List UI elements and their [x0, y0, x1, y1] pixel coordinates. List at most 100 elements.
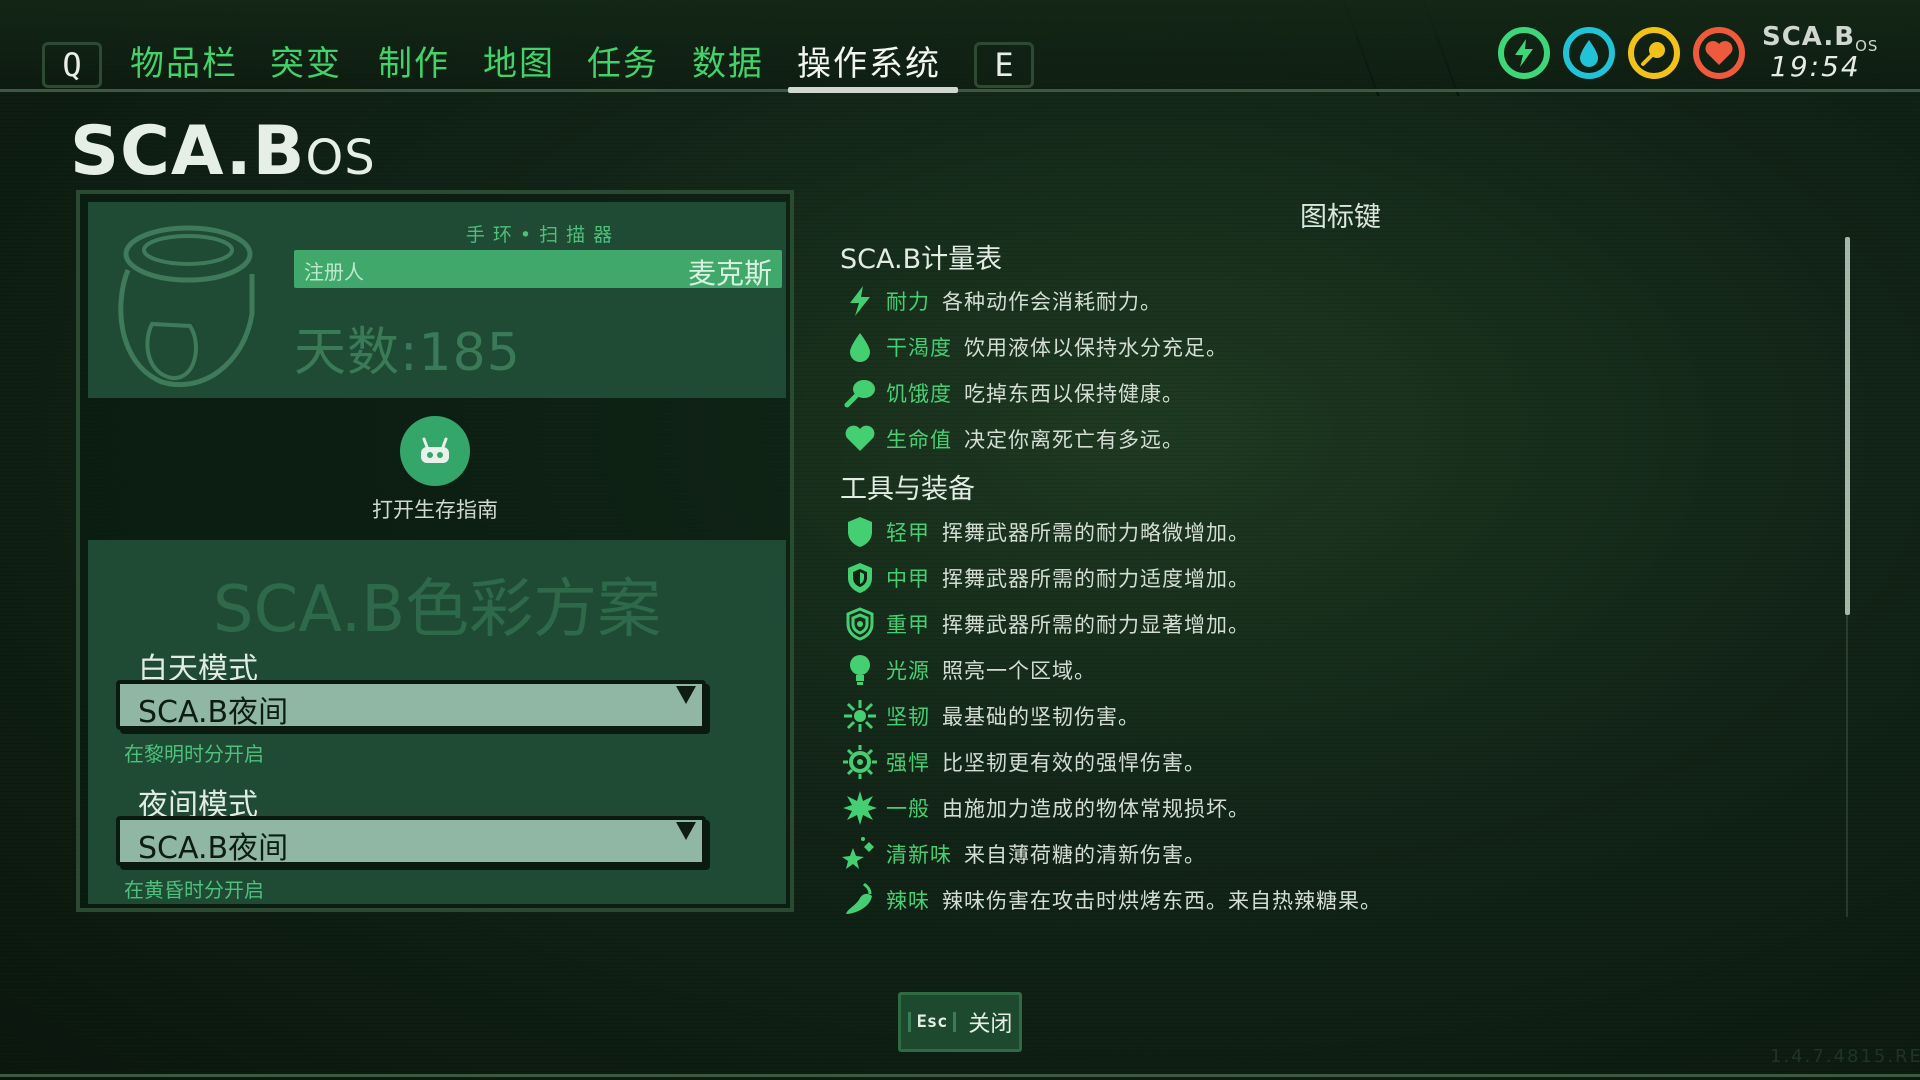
close-button[interactable]: Esc 关闭	[898, 992, 1022, 1052]
top-navigation-bar: Q 物品栏 突变 制作 地图 任务 数据 操作系统 E SCA.BOS 19:5…	[0, 0, 1920, 93]
drumstick-icon	[844, 380, 875, 408]
version-watermark: 1.4.7.4815.REL	[1770, 1046, 1920, 1067]
legend-name: 轻甲	[886, 521, 930, 545]
chevron-down-icon	[676, 686, 696, 704]
tab-map[interactable]: 地图	[483, 40, 555, 88]
mint-star-icon	[842, 837, 874, 869]
wrist-scanner-card: 手环•扫描器 注册人 麦克斯 天数:185	[88, 202, 786, 398]
legend-row-strong: 强悍 比坚韧更有效的强悍伤害。	[840, 742, 1206, 782]
legend-desc: 最基础的坚韧伤害。	[942, 705, 1140, 729]
legend-row-hunger: 饥饿度 吃掉东西以保持健康。	[840, 373, 1184, 413]
legend-name: 干渴度	[886, 336, 952, 360]
shield-light-icon	[848, 517, 872, 547]
legend-name: 强悍	[886, 751, 930, 775]
pepper-icon	[846, 882, 872, 914]
legend-name: 饥饿度	[886, 382, 952, 406]
night-mode-value: SCA.B夜间	[138, 831, 289, 866]
day-mode-hint: 在黎明时分开启	[124, 742, 264, 766]
legend-desc: 挥舞武器所需的耐力略微增加。	[942, 521, 1250, 545]
tab-quests[interactable]: 任务	[587, 40, 659, 88]
icon-key-title: 图标键	[1300, 202, 1381, 233]
tab-data[interactable]: 数据	[692, 40, 764, 88]
next-tab-key[interactable]: E	[974, 42, 1034, 88]
close-label: 关闭	[968, 1012, 1013, 1037]
tab-crafting[interactable]: 制作	[378, 40, 450, 88]
star-burst-icon	[843, 791, 877, 825]
survival-guide-button[interactable]	[400, 416, 470, 486]
bottom-divider	[0, 1074, 1920, 1077]
device-panel: 手环•扫描器 注册人 麦克斯 天数:185 打开生存指南 SCA.B色彩方案 白…	[76, 190, 794, 912]
lightbulb-icon	[850, 655, 870, 685]
wristband-icon	[118, 225, 255, 388]
legend-name: 一般	[886, 797, 930, 821]
legend-desc: 吃掉东西以保持健康。	[964, 382, 1184, 406]
scab-os-logo: SCA.BOS	[70, 112, 376, 191]
color-scheme-card: SCA.B色彩方案 白天模式 SCA.B夜间 在黎明时分开启 夜间模式 SCA.…	[88, 540, 786, 904]
legend-desc: 挥舞武器所需的耐力适度增加。	[942, 567, 1250, 591]
legend-desc: 各种动作会消耗耐力。	[942, 290, 1162, 314]
legend-row-health: 生命值 决定你离死亡有多远。	[840, 419, 1184, 459]
health-meter	[1693, 27, 1745, 79]
night-mode-hint: 在黄昏时分开启	[124, 878, 264, 902]
active-tab-indicator	[788, 87, 958, 93]
legend-desc: 辣味伤害在攻击时烘烤东西。来自热辣糖果。	[942, 889, 1382, 913]
legend-row-stamina: 耐力 各种动作会消耗耐力。	[840, 281, 1162, 321]
legend-name: 生命值	[886, 428, 952, 452]
meters-section-title: SCA.B计量表	[840, 244, 1003, 275]
clock: 19:54	[1770, 50, 1861, 83]
lightning-icon	[850, 286, 870, 316]
registrant-name: 麦克斯	[687, 257, 772, 290]
legend-desc: 挥舞武器所需的耐力显著增加。	[942, 613, 1250, 637]
days-counter: 天数:185	[294, 323, 521, 383]
tools-section-title: 工具与装备	[840, 474, 975, 505]
logo-main: SCA.B	[70, 112, 306, 191]
legend-row-minty: 清新味 来自薄荷糖的清新伤害。	[840, 834, 1206, 874]
robot-icon	[421, 437, 449, 463]
legend-desc: 来自薄荷糖的清新伤害。	[964, 843, 1206, 867]
tab-inventory[interactable]: 物品栏	[130, 40, 238, 88]
legend-row-spicy: 辣味 辣味伤害在攻击时烘烤东西。来自热辣糖果。	[840, 880, 1382, 920]
legend-row-normal: 一般 由施加力造成的物体常规损坏。	[840, 788, 1250, 828]
survival-guide-label[interactable]: 打开生存指南	[285, 494, 585, 524]
legend-name: 清新味	[886, 843, 952, 867]
legend-row-heavy-armor: 重甲 挥舞武器所需的耐力显著增加。	[840, 604, 1250, 644]
water-drop-icon	[850, 333, 870, 362]
legend-desc: 比坚韧更有效的强悍伤害。	[942, 751, 1206, 775]
esc-key-glyph: Esc	[907, 1012, 957, 1032]
legend-row-medium-armor: 中甲 挥舞武器所需的耐力适度增加。	[840, 558, 1250, 598]
heart-icon	[1705, 41, 1733, 65]
shield-heavy-icon	[846, 607, 874, 641]
tab-os[interactable]: 操作系统	[797, 40, 941, 88]
burst-icon	[843, 745, 877, 779]
legend-name: 辣味	[886, 889, 930, 913]
legend-name: 重甲	[886, 613, 930, 637]
heart-icon	[845, 425, 875, 451]
legend-desc: 由施加力造成的物体常规损坏。	[942, 797, 1250, 821]
legend-desc: 饮用液体以保持水分充足。	[964, 336, 1228, 360]
legend-name: 中甲	[886, 567, 930, 591]
lightning-icon	[1515, 39, 1533, 67]
water-drop-icon	[1580, 40, 1598, 67]
night-mode-dropdown[interactable]: SCA.B夜间	[116, 816, 706, 866]
legend-name: 坚韧	[886, 705, 930, 729]
day-mode-dropdown[interactable]: SCA.B夜间	[116, 680, 706, 730]
legend-row-thirst: 干渴度 饮用液体以保持水分充足。	[840, 327, 1228, 367]
chevron-down-icon	[676, 822, 696, 840]
stamina-meter	[1498, 27, 1550, 79]
food-icon	[1641, 42, 1665, 66]
hunger-meter	[1628, 27, 1680, 79]
legend-row-light-source: 光源 照亮一个区域。	[840, 650, 1096, 690]
logo-suffix: OS	[305, 130, 376, 186]
scrollbar-thumb[interactable]	[1845, 237, 1850, 615]
os-label-main: SCA.B	[1762, 22, 1856, 52]
legend-row-light-armor: 轻甲 挥舞武器所需的耐力略微增加。	[840, 512, 1250, 552]
legend-desc: 决定你离死亡有多远。	[964, 428, 1184, 452]
legend-name: 耐力	[886, 290, 930, 314]
legend-desc: 照亮一个区域。	[942, 659, 1096, 683]
legend-row-tough: 坚韧 最基础的坚韧伤害。	[840, 696, 1140, 736]
prev-tab-key[interactable]: Q	[42, 42, 102, 88]
color-scheme-title: SCA.B色彩方案	[212, 573, 662, 647]
legend-name: 光源	[886, 659, 930, 683]
tab-mutations[interactable]: 突变	[270, 40, 342, 88]
day-mode-value: SCA.B夜间	[138, 695, 289, 730]
